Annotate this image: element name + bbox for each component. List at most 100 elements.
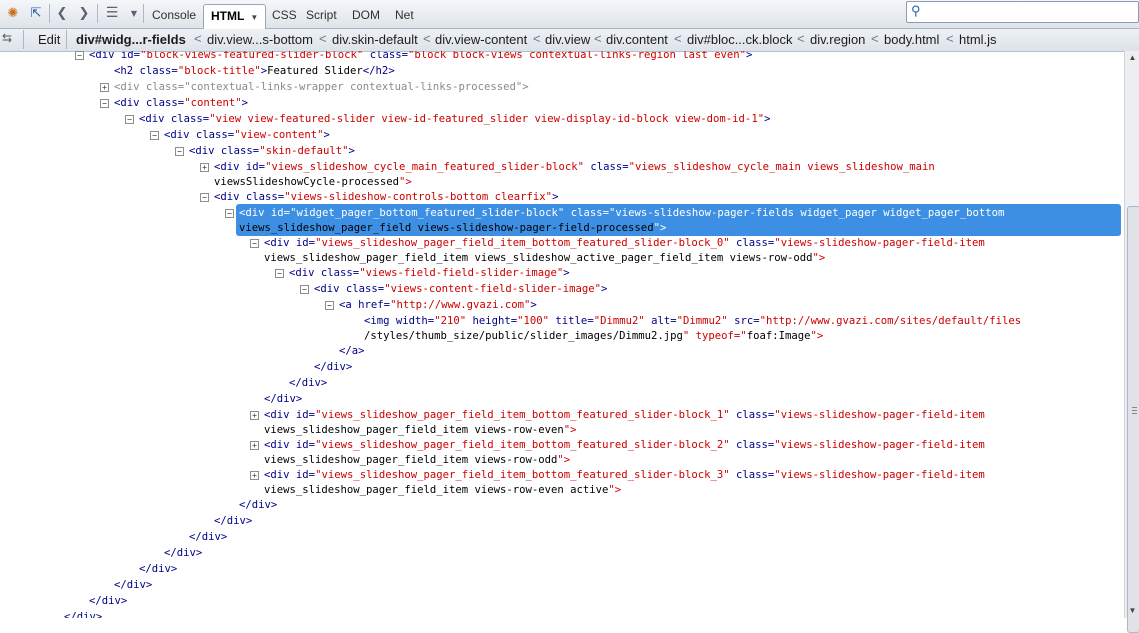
scroll-up-arrow-icon[interactable]: ▲ [1125, 51, 1139, 65]
breadcrumb-item[interactable]: div.view-content [435, 32, 527, 47]
breadcrumb-separator: < [946, 31, 954, 46]
html-tree-panel[interactable]: − + − − − − + − − − − − − + + + <div id=… [0, 51, 1124, 618]
tab-net[interactable]: Net [388, 4, 421, 26]
tree-node-close[interactable]: </div> [239, 497, 277, 513]
collapse-toggle-icon[interactable]: − [300, 285, 309, 294]
breadcrumb-separator: < [533, 31, 541, 46]
expand-toggle-icon[interactable]: + [250, 471, 259, 480]
grip-line [1132, 413, 1137, 414]
breadcrumb-separator: < [594, 31, 602, 46]
tree-node[interactable]: <div class="views-field-field-slider-ima… [289, 265, 570, 281]
breadcrumb-separator: < [319, 31, 327, 46]
breadcrumb-item[interactable]: div.skin-default [332, 32, 418, 47]
tree-node[interactable]: <div id="views_slideshow_pager_field_ite… [264, 407, 985, 423]
expand-toggle-icon[interactable]: + [200, 163, 209, 172]
tree-node-close[interactable]: </div> [114, 577, 152, 593]
tree-node-close[interactable]: </div> [314, 359, 352, 375]
breadcrumb-separator: < [797, 31, 805, 46]
tree-node[interactable]: <div class="views-slideshow-controls-bot… [214, 189, 558, 205]
tree-node[interactable]: <h2 class="block-title">Featured Slider<… [114, 63, 395, 79]
tree-node-continuation[interactable]: views_slideshow_pager_field_item views-r… [264, 482, 621, 498]
grip-line [1132, 407, 1137, 408]
tree-node[interactable]: <div id="views_slideshow_pager_field_ite… [264, 235, 985, 251]
collapse-toggle-icon[interactable]: − [200, 193, 209, 202]
tree-node-close[interactable]: </a> [339, 343, 365, 359]
collapse-toggle-icon[interactable]: − [175, 147, 184, 156]
forward-arrow-icon[interactable]: ❯ [75, 3, 93, 23]
breadcrumb-item[interactable]: html.js [959, 32, 997, 47]
collapse-toggle-icon[interactable]: − [150, 131, 159, 140]
tree-node[interactable]: <div class="contextual-links-wrapper con… [114, 79, 529, 95]
breadcrumb-item[interactable]: body.html [884, 32, 939, 47]
menu-icon[interactable]: ☰ [101, 3, 123, 23]
tree-node-continuation[interactable]: /styles/thumb_size/public/slider_images/… [364, 328, 823, 344]
tree-node[interactable]: <div id="views_slideshow_cycle_main_feat… [214, 159, 935, 175]
tree-node-close[interactable]: </div> [264, 391, 302, 407]
search-icon: ⚲ [911, 3, 921, 18]
breadcrumb-item[interactable]: div.region [810, 32, 865, 47]
tab-console[interactable]: Console [145, 4, 203, 26]
expand-toggle-icon[interactable]: + [100, 83, 109, 92]
tree-node-close[interactable]: </div> [89, 593, 127, 609]
tree-node[interactable]: <div class="view-content"> [164, 127, 330, 143]
tree-node-continuation[interactable]: views_slideshow_pager_field_item views-r… [264, 452, 570, 468]
collapse-toggle-icon[interactable]: − [250, 239, 259, 248]
tree-node[interactable]: <div class="content"> [114, 95, 248, 111]
tree-node[interactable]: <div id="block-views-featured-slider-blo… [89, 51, 752, 63]
tree-node-selected-continuation[interactable]: views_slideshow_pager_field views-slides… [239, 220, 666, 236]
scrollbar-thumb[interactable] [1127, 206, 1139, 633]
tree-node-continuation[interactable]: views_slideshow_pager_field_item views-r… [264, 422, 577, 438]
collapse-toggle-icon[interactable]: − [100, 99, 109, 108]
collapse-toggle-icon[interactable]: − [75, 51, 84, 60]
breadcrumb-separator: < [194, 31, 202, 46]
tree-node[interactable]: <div class="view view-featured-slider vi… [139, 111, 770, 127]
toolbar-divider [143, 4, 144, 23]
tree-node[interactable]: <a href="http://www.gvazi.com"> [339, 297, 537, 313]
breadcrumb-item-current[interactable]: div#widg...r-fields [76, 32, 186, 47]
breadcrumb: ⇆ Edit div#widg...r-fields < div.view...… [0, 29, 1139, 52]
tree-node[interactable]: <div id="views_slideshow_pager_field_ite… [264, 437, 985, 453]
scroll-down-arrow-icon[interactable]: ▼ [1125, 604, 1139, 618]
chevron-down-icon[interactable]: ▼ [250, 13, 258, 22]
tree-node-close[interactable]: </div> [164, 545, 202, 561]
firebug-icon[interactable]: ✺ [2, 3, 24, 23]
back-arrow-icon[interactable]: ❮ [53, 3, 71, 23]
breadcrumb-item[interactable]: div.view...s-bottom [207, 32, 313, 47]
inspect-icon[interactable]: ⇱ [26, 3, 46, 23]
tree-node-close[interactable]: </div> [139, 561, 177, 577]
tab-html-label: HTML [211, 9, 245, 23]
tree-node[interactable]: <img width="210" height="100" title="Dim… [364, 313, 1021, 329]
collapse-toggle-icon[interactable]: − [275, 269, 284, 278]
collapse-toggle-icon[interactable]: − [325, 301, 334, 310]
edit-button[interactable]: Edit [38, 32, 60, 47]
breadcrumb-item[interactable]: div.view [545, 32, 590, 47]
collapse-panel-icon[interactable]: ⇆ [2, 31, 12, 45]
expand-toggle-icon[interactable]: + [250, 441, 259, 450]
toolbar-divider [23, 30, 24, 49]
tree-node-close[interactable]: </div> [189, 529, 227, 545]
tree-node-continuation[interactable]: viewsSlideshowCycle-processed"> [214, 174, 412, 190]
tree-node-close[interactable]: </div> [214, 513, 252, 529]
tab-script[interactable]: Script [299, 4, 344, 26]
tree-node-selected[interactable]: <div id="widget_pager_bottom_featured_sl… [239, 205, 1004, 221]
tree-node-close[interactable]: </div> [64, 609, 102, 618]
collapse-toggle-icon[interactable]: − [125, 115, 134, 124]
tree-node[interactable]: <div class="skin-default"> [189, 143, 355, 159]
vertical-scrollbar[interactable]: ▲ ▼ [1124, 51, 1139, 633]
tree-node[interactable]: <div class="views-content-field-slider-i… [314, 281, 607, 297]
collapse-toggle-icon[interactable]: − [225, 209, 234, 218]
expand-toggle-icon[interactable]: + [250, 411, 259, 420]
tree-node[interactable]: <div id="views_slideshow_pager_field_ite… [264, 467, 985, 483]
tab-html[interactable]: HTML ▼ [203, 4, 267, 29]
breadcrumb-separator: < [674, 31, 682, 46]
breadcrumb-item[interactable]: div#bloc...ck.block [687, 32, 793, 47]
tab-css[interactable]: CSS [265, 4, 304, 26]
firebug-toolbar: ✺ ⇱ ❮ ❯ ☰ ▼ Console HTML ▼ CSS Script DOM… [0, 0, 1139, 29]
tree-node-close[interactable]: </div> [289, 375, 327, 391]
chevron-down-icon[interactable]: ▼ [129, 3, 139, 23]
breadcrumb-separator: < [871, 31, 879, 46]
search-input[interactable]: ⚲ [906, 1, 1139, 23]
tree-node-continuation[interactable]: views_slideshow_pager_field_item views_s… [264, 250, 825, 266]
tab-dom[interactable]: DOM [345, 4, 387, 26]
breadcrumb-item[interactable]: div.content [606, 32, 668, 47]
